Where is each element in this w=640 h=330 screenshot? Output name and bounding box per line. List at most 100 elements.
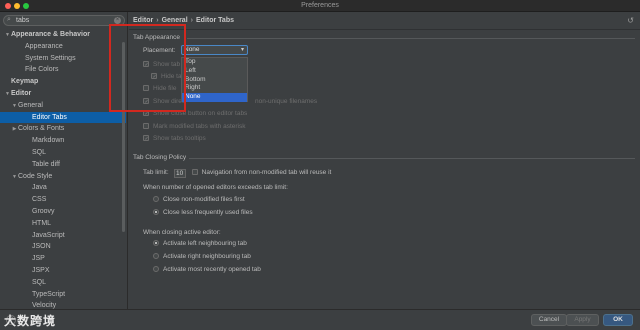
window-title: Preferences [301,2,339,9]
group-divider [189,158,635,159]
sidebar-item-label: Appearance [25,42,63,50]
exceeds-limit-label: When number of opened editors exceeds ta… [143,184,288,191]
radio-label: Close non-modified files first [163,196,245,203]
sidebar-item[interactable]: CSS [0,194,126,206]
radio-option[interactable]: Close non-modified files first [153,196,245,203]
checkbox[interactable] [191,169,198,175]
sidebar-item[interactable]: JSPX [0,265,126,277]
tab-closing-heading: Tab Closing Policy [133,154,187,161]
sidebar-item[interactable]: Velocity [0,300,126,309]
sidebar-item-label: Editor Tabs [32,113,67,121]
breadcrumb-separator: › [156,17,159,24]
placement-dropdown[interactable]: None ▾ [181,45,248,55]
sidebar-item[interactable]: Table diff [0,159,126,171]
sidebar-item[interactable]: Editor Tabs [0,111,126,124]
sidebar-item[interactable]: ▼Code Style [0,171,126,183]
sidebar-item-label: JSPX [32,266,50,274]
radio-label: Activate left neighbouring tab [163,240,247,247]
search-input[interactable]: tabs [16,17,29,24]
placement-popup: Top Left Bottom Right None [181,57,248,102]
sidebar-item-label: System Settings [25,54,76,62]
checkbox[interactable] [143,123,149,129]
tab-option-label: Mark modified tabs with asterisk [153,123,246,130]
reset-icon[interactable]: ↺ [627,16,634,25]
radio-button[interactable] [153,209,159,215]
sidebar-item-label: Java [32,184,47,192]
tab-limit-input[interactable]: 10 [173,169,186,178]
settings-search-field[interactable]: ⌕ tabs × [3,15,125,26]
tab-limit-label: Tab limit: [143,169,169,176]
sidebar-item[interactable]: SQL [0,277,126,289]
radio-option[interactable]: Activate right neighbouring tab [153,253,251,260]
checkbox[interactable] [143,135,149,141]
radio-button[interactable] [153,253,159,259]
sidebar-item[interactable]: HTML [0,218,126,230]
sidebar-item[interactable]: Groovy [0,206,126,218]
sidebar-item[interactable]: JSON [0,241,126,253]
placement-option-top[interactable]: Top [182,58,247,67]
chevron-down-icon: ▾ [240,47,244,53]
sidebar-item-label: Markdown [32,137,65,145]
sidebar-item-label: Code Style [18,172,53,180]
sidebar-item-label: JSP [32,255,45,263]
sidebar-item[interactable]: Java [0,182,126,194]
tab-option-row[interactable]: Show tabs tooltips [143,135,206,142]
sidebar-item-label: SQL [32,148,47,156]
sidebar-item-label: SQL [32,278,47,286]
sidebar-item[interactable]: SQL [0,147,126,159]
tab-option-suffix: non-unique filenames [255,98,318,105]
sidebar-item[interactable]: JavaScript [0,230,126,242]
closing-active-label: When closing active editor: [143,229,221,236]
settings-tree: ▼Appearance & Behavior Appearance System S… [0,29,126,309]
placement-option-none[interactable]: None [182,93,247,102]
placement-value: None [184,46,200,53]
sidebar-item[interactable]: ▼Editor [0,88,126,100]
radio-button[interactable] [153,196,159,202]
sidebar-item[interactable]: Appearance [0,41,126,53]
sidebar-item[interactable]: ▼General [0,100,126,112]
sidebar-item-label: Velocity [32,302,57,309]
sidebar-item-label: File Colors [25,66,59,74]
sidebar-item[interactable]: ▶ Colors & Fonts [0,123,126,135]
sidebar-item-label: Table diff [32,160,60,168]
radio-option[interactable]: Activate left neighbouring tab [153,240,247,247]
sidebar-item-label: HTML [32,219,52,227]
sidebar-item[interactable]: Keymap [0,76,126,88]
breadcrumb: Editor › General › Editor Tabs [133,17,234,24]
radio-option[interactable]: Activate most recently opened tab [153,266,261,273]
sidebar-item[interactable]: TypeScript [0,289,126,301]
sidebar-item[interactable]: Markdown [0,135,126,147]
sidebar-item-label: JSON [32,243,51,251]
sidebar-item-label: TypeScript [32,290,66,298]
title-bar: Preferences [0,0,640,12]
placement-option-right[interactable]: Right [182,84,247,93]
navigation-reuse-label: Navigation from non-modified tab will re… [201,169,332,176]
radio-label: Activate most recently opened tab [163,266,261,273]
tab-option-label: Show tabs tooltips [153,135,206,142]
radio-label: Activate right neighbouring tab [163,253,251,260]
watermark-logo: 大数跨境 [4,314,57,328]
sidebar-item-label: General [18,101,43,109]
dialog-button-bar: ? Cancel Apply OK [0,309,640,330]
radio-button[interactable] [153,240,159,246]
sidebar-item-label: Editor [11,89,32,97]
ok-button[interactable]: OK [603,314,633,326]
breadcrumb-item: General [161,17,188,24]
radio-button[interactable] [153,266,159,272]
sidebar-item-label: Appearance & Behavior [11,31,90,38]
tab-option-row[interactable]: Mark modified tabs with asterisk [143,123,245,130]
radio-option[interactable]: Close less frequently used files [153,209,253,216]
search-icon: ⌕ [7,16,11,23]
sidebar-item[interactable]: System Settings [0,53,126,65]
sidebar-item-label: JavaScript [32,231,65,239]
group-divider [187,38,635,39]
sidebar-item-label: Groovy [32,207,55,215]
cancel-button[interactable]: Cancel [531,314,567,326]
sidebar-item[interactable]: JSP [0,253,126,265]
sidebar-item[interactable]: ▼Appearance & Behavior [0,29,126,41]
apply-button[interactable]: Apply [566,314,599,326]
sidebar-item[interactable]: File Colors [0,64,126,76]
placement-option-bottom[interactable]: Bottom [182,76,247,85]
placement-option-left[interactable]: Left [182,67,247,76]
clear-search-icon[interactable]: × [114,17,121,24]
